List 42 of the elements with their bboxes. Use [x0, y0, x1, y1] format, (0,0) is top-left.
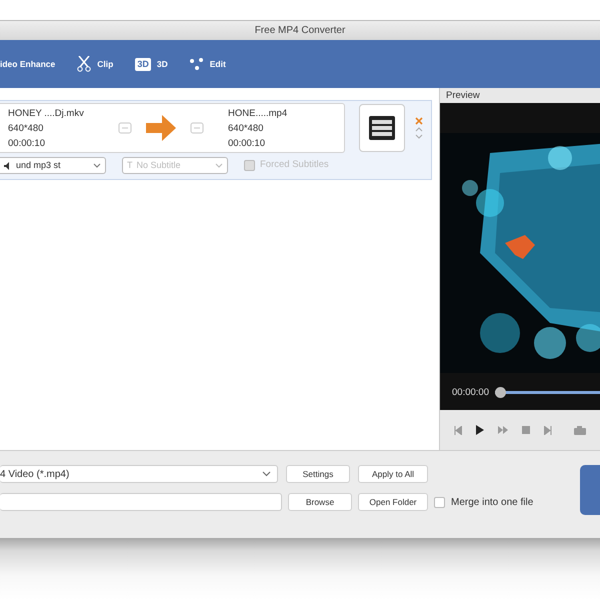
resolution-text: 640*480 [8, 122, 44, 136]
arrow-icon [146, 115, 176, 141]
time-label: 00:00:00 [452, 386, 489, 400]
caret-icon [262, 471, 271, 477]
caret-icon [93, 163, 101, 168]
seek-thumb[interactable] [494, 387, 506, 398]
duration-text: 00:00:10 [228, 136, 266, 150]
resolution-text: 640*480 [228, 122, 264, 136]
3d-icon: 3D [135, 58, 151, 70]
file-name: HONEY ....Dj.mkv [8, 106, 85, 120]
camera-icon[interactable] [574, 426, 586, 434]
destination-field[interactable] [0, 493, 282, 511]
previous-icon[interactable] [454, 426, 462, 434]
scissors-icon [77, 56, 92, 72]
caret-icon [215, 163, 223, 168]
checkbox-label: Forced Subtitles [260, 158, 329, 172]
up-icon[interactable] [415, 127, 423, 132]
settings-button[interactable]: Settings [286, 465, 350, 483]
open-folder-button[interactable]: Open Folder [358, 493, 428, 511]
toolbar-button[interactable]: 3D 3D [135, 58, 168, 70]
down-icon[interactable] [415, 134, 423, 139]
apply-to-all-button[interactable]: Apply to All [358, 465, 428, 483]
film-icon [368, 115, 396, 141]
thumbnail-button[interactable] [359, 104, 405, 152]
fast-forward-icon[interactable] [498, 426, 508, 434]
checkbox[interactable] [434, 496, 445, 508]
next-icon[interactable] [544, 426, 552, 434]
browse-button[interactable]: Browse [288, 493, 352, 511]
dots-icon [190, 58, 204, 70]
panel-title: Preview [446, 90, 480, 101]
duration-text: 00:00:10 [8, 136, 46, 150]
checkbox-label: Merge into one file [451, 496, 534, 510]
toolbar-button[interactable]: ideo Enhance [0, 58, 56, 70]
profile-select[interactable]: 4 Video (*.mp4) [0, 465, 278, 483]
window-title: Free MP4 Converter [254, 25, 346, 36]
file-name: HONE.....mp4 [228, 106, 288, 120]
close-icon[interactable] [415, 117, 423, 125]
audio-select[interactable]: und mp3 st [0, 157, 106, 174]
speaker-icon [4, 162, 12, 170]
toolbar-button[interactable]: Clip [77, 56, 114, 72]
toolbar-button[interactable]: Edit [190, 58, 226, 70]
play-icon[interactable] [476, 425, 484, 435]
